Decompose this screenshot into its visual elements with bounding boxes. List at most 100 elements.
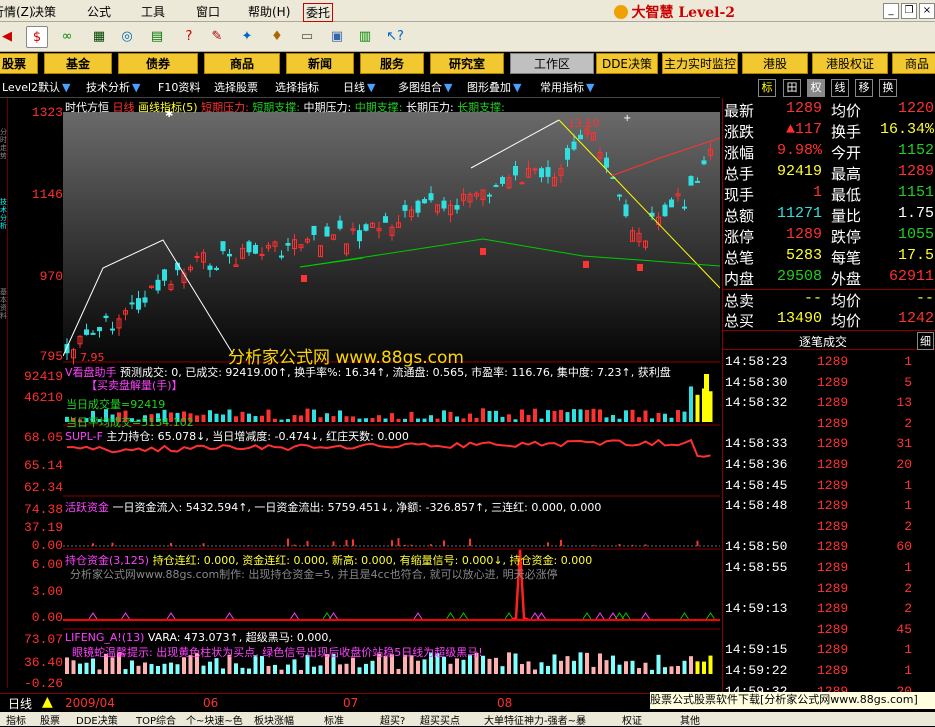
- menu-decision[interactable]: 决策: [32, 3, 56, 20]
- chart-icon[interactable]: ▤: [146, 26, 168, 48]
- hold-mark: [89, 613, 97, 619]
- nav-dde[interactable]: DDE决策: [596, 53, 658, 74]
- nav-research[interactable]: 研究室: [430, 53, 504, 74]
- nav-service[interactable]: 服务: [360, 53, 424, 74]
- nav-funds[interactable]: 基金: [44, 53, 112, 74]
- fund-bar: [170, 543, 172, 546]
- move-button[interactable]: 移: [855, 79, 873, 97]
- nav-bonds[interactable]: 债券: [118, 53, 198, 74]
- menu-tools[interactable]: 工具: [141, 3, 165, 20]
- candle-body: [494, 186, 498, 187]
- bell-icon[interactable]: ♦: [266, 26, 288, 48]
- switch-button[interactable]: 换: [879, 79, 897, 97]
- glasses-icon[interactable]: ∞: [56, 26, 78, 48]
- ind5-name[interactable]: LIFENG_A!(13): [65, 631, 144, 644]
- btab[interactable]: 超买?: [380, 712, 405, 727]
- restore-icon[interactable]: ❐: [901, 3, 917, 19]
- btab[interactable]: 超买买点: [420, 712, 460, 727]
- ind2-name[interactable]: SUPL-F: [65, 430, 103, 443]
- ad-banner[interactable]: 股票公式股票软件下载[分析家公式网www.88gs.com]: [650, 692, 935, 709]
- btab[interactable]: TOP综合: [136, 712, 176, 727]
- pointer-help-icon[interactable]: ↖?: [384, 26, 406, 48]
- nav-stocks[interactable]: 股票: [0, 53, 38, 74]
- menu-window[interactable]: 窗口: [196, 3, 220, 20]
- fund-bar: [112, 543, 114, 546]
- btab[interactable]: 其他: [680, 712, 700, 727]
- volume-bar: [462, 418, 466, 422]
- vtab-intraday[interactable]: 分时走势: [0, 128, 8, 160]
- tab-select-stock[interactable]: 选择股票: [214, 80, 258, 96]
- grid-icon[interactable]: ▦: [88, 26, 110, 48]
- grid-button[interactable]: 田: [783, 79, 801, 97]
- close-icon[interactable]: ×: [919, 3, 935, 19]
- binoculars-icon[interactable]: ◎: [116, 26, 138, 48]
- ticks-detail-button[interactable]: 细: [917, 332, 934, 350]
- quote-row: 涨停1289跌停1055: [723, 226, 935, 247]
- tick-qty: 1: [904, 560, 912, 575]
- tab-overlay[interactable]: 图形叠加▼: [467, 80, 521, 96]
- rights-button[interactable]: 权: [807, 79, 825, 97]
- quote-key: 涨跌: [724, 121, 754, 142]
- ind3-name[interactable]: 活跃资金: [65, 501, 109, 514]
- tab-select-indicator[interactable]: 选择指标: [275, 80, 319, 96]
- tab-level2[interactable]: Level2默认▼: [2, 80, 71, 96]
- btab[interactable]: 股票: [40, 712, 60, 727]
- tick-time: 14:58:23: [725, 354, 787, 369]
- fund-bar: [430, 544, 432, 546]
- line-button[interactable]: 线: [831, 79, 849, 97]
- bars-icon[interactable]: ▥: [354, 26, 376, 48]
- minimize-icon[interactable]: _: [883, 3, 899, 19]
- tab-f10[interactable]: F10资料: [158, 80, 200, 96]
- nav-hk-warrant[interactable]: 港股权证: [812, 53, 888, 74]
- help-query-icon[interactable]: ?: [178, 26, 200, 48]
- indicator-name[interactable]: 画线指标(5): [138, 101, 198, 114]
- tab-common[interactable]: 常用指标▼: [540, 80, 594, 96]
- menu-trade[interactable]: 委托: [303, 3, 333, 22]
- vtab-basic[interactable]: 基本资料: [0, 288, 8, 320]
- tab-daily[interactable]: 日线▼: [343, 80, 375, 96]
- tab-tech[interactable]: 技术分析▼: [86, 80, 140, 96]
- ind1-volume: 当日成交量=92419: [66, 396, 165, 412]
- btab[interactable]: 指标: [6, 712, 26, 727]
- nav-workspace[interactable]: 工作区: [510, 53, 594, 74]
- tick-row: 14:58:32128913: [723, 395, 935, 416]
- menu-quote[interactable]: 行情(Z): [0, 3, 34, 20]
- mark-button[interactable]: 标: [758, 79, 776, 97]
- window-icon[interactable]: ▭: [296, 26, 318, 48]
- vtab-tech[interactable]: 技术分析: [0, 198, 8, 230]
- nav-commodity2[interactable]: 商品: [892, 53, 935, 74]
- triangle-up-icon[interactable]: ▲: [42, 694, 53, 710]
- tick-time: 14:59:22: [725, 663, 787, 678]
- btab[interactable]: 权证: [622, 712, 642, 727]
- tab-multi[interactable]: 多图组合▼: [398, 80, 452, 96]
- nav-commodities[interactable]: 商品: [204, 53, 280, 74]
- dollar-icon[interactable]: $: [26, 26, 48, 48]
- period-switch[interactable]: 日线: [8, 695, 32, 712]
- lifeng-bar: [247, 669, 251, 674]
- nav-hk[interactable]: 港股: [742, 53, 808, 74]
- tick-row: 12892: [723, 416, 935, 437]
- menu-help[interactable]: 帮助(H): [248, 3, 290, 20]
- btab[interactable]: DDE决策: [76, 712, 118, 727]
- hold-mark: [226, 613, 234, 619]
- tools-icon[interactable]: ✎: [206, 26, 228, 48]
- lifeng-bar: [208, 662, 212, 674]
- dropdown-icon: ▼: [444, 81, 452, 94]
- btab[interactable]: 标准: [324, 712, 344, 727]
- btab[interactable]: 板块涨幅: [254, 712, 294, 727]
- compass-icon[interactable]: ✦: [236, 26, 258, 48]
- nav-monitor[interactable]: 主力实时监控: [662, 53, 738, 74]
- back-icon[interactable]: ◀: [0, 26, 18, 48]
- quote-row: 总手92419最高1289: [723, 163, 935, 184]
- lifeng-bar: [85, 663, 89, 674]
- nav-news[interactable]: 新闻: [286, 53, 354, 74]
- candle-body: [111, 329, 115, 330]
- menu-formula[interactable]: 公式: [87, 3, 111, 20]
- period-label[interactable]: 日线: [113, 101, 135, 114]
- hold-mark: [122, 613, 130, 619]
- tick-qty: 2: [904, 519, 912, 534]
- btab[interactable]: 个~块速~色: [186, 712, 243, 727]
- btab[interactable]: 大单特征神力-强者~暴: [484, 712, 586, 727]
- quote-row: 最新1289均价1220: [723, 100, 935, 121]
- print-icon[interactable]: ▣: [326, 26, 348, 48]
